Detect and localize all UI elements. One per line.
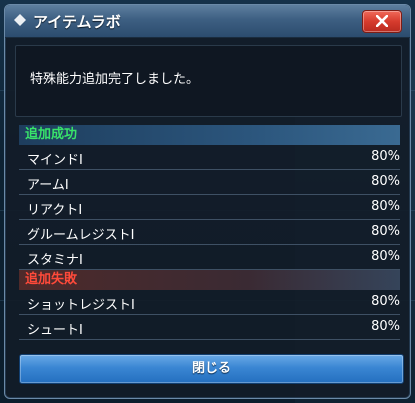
dialog-titlebar[interactable]: アイテムラボ	[5, 5, 410, 38]
diamond-icon	[14, 14, 26, 26]
ability-name: アームⅠ	[27, 178, 69, 193]
section-header-success: 追加成功	[19, 125, 400, 145]
list-item: グルームレジストⅠ 80%	[19, 220, 400, 245]
item-lab-dialog: アイテムラボ 特殊能力追加完了しました。 追加成功 マインドⅠ 80% アームⅠ…	[4, 4, 411, 399]
ability-percent: 80%	[371, 249, 400, 264]
ability-name: シュートⅠ	[27, 323, 83, 338]
ability-name: グルームレジストⅠ	[27, 228, 135, 243]
list-item: アームⅠ 80%	[19, 170, 400, 195]
list-item: ショットレジストⅠ 80%	[19, 290, 400, 315]
dialog-title: アイテムラボ	[33, 13, 121, 31]
result-list: 追加成功 マインドⅠ 80% アームⅠ 80% リアクトⅠ 80% グルームレジ…	[19, 125, 400, 340]
message-box: 特殊能力追加完了しました。	[15, 45, 402, 117]
close-button[interactable]: 閉じる	[19, 354, 404, 384]
ability-percent: 80%	[371, 319, 400, 334]
close-icon-button[interactable]	[362, 10, 402, 33]
list-item: スタミナⅠ 80%	[19, 245, 400, 270]
ability-percent: 80%	[371, 224, 400, 239]
list-item: シュートⅠ 80%	[19, 315, 400, 340]
ability-name: マインドⅠ	[27, 153, 83, 168]
close-icon	[376, 15, 388, 27]
list-item: マインドⅠ 80%	[19, 145, 400, 170]
list-item: リアクトⅠ 80%	[19, 195, 400, 220]
ability-percent: 80%	[371, 174, 400, 189]
ability-name: ショットレジストⅠ	[27, 298, 135, 313]
section-header-failure: 追加失敗	[19, 270, 400, 290]
ability-percent: 80%	[371, 149, 400, 164]
ability-percent: 80%	[371, 199, 400, 214]
ability-name: スタミナⅠ	[27, 253, 83, 268]
ability-name: リアクトⅠ	[27, 203, 83, 218]
ability-percent: 80%	[371, 294, 400, 309]
message-text: 特殊能力追加完了しました。	[30, 72, 200, 87]
